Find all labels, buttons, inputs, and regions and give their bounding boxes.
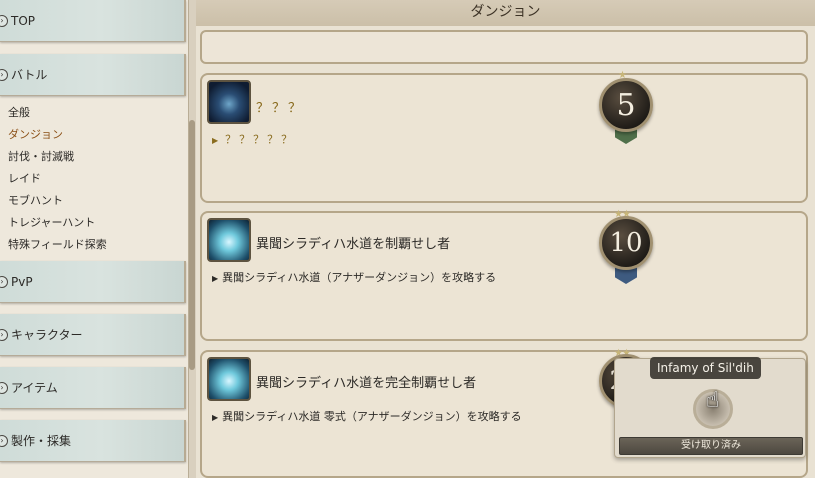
achievement-icon — [207, 357, 251, 401]
chevron-icon: › — [0, 14, 8, 27]
category-top[interactable]: › TOP — [0, 0, 186, 42]
achievement-description-text: ？？？？？ — [225, 133, 296, 146]
achievement-points: 10 — [609, 228, 643, 258]
category-label: PvP — [11, 274, 33, 289]
hand-cursor-icon: ☝ — [706, 388, 720, 413]
sidebar-item-trials[interactable]: 討伐・討滅戦 — [8, 148, 74, 164]
triangle-icon: ▶ — [212, 136, 222, 145]
category-battle[interactable]: › バトル — [0, 54, 186, 96]
achievement-icon — [207, 80, 251, 124]
sidebar-item-raids[interactable]: レイド — [8, 170, 41, 186]
previous-entry-card — [200, 30, 808, 64]
chevron-icon: › — [0, 328, 8, 341]
page-title: ダンジョン — [196, 0, 815, 26]
chevron-icon: › — [0, 434, 8, 447]
category-label: キャラクター — [11, 328, 83, 342]
sidebar-item-dungeon[interactable]: ダンジョン — [8, 126, 63, 142]
sidebar-item-general[interactable]: 全般 — [8, 104, 30, 120]
achievement-points-medal: 5 — [599, 78, 653, 132]
achievement-description: ▶ 異聞シラディハ水道（アナザーダンジョン）を攻略する — [212, 269, 496, 285]
sidebar-item-hunts[interactable]: モブハント — [8, 192, 63, 208]
achievement-title: ？？？ — [256, 101, 305, 116]
category-pvp[interactable]: › PvP — [0, 261, 186, 303]
reward-tooltip: Infamy of Sil'dih — [650, 357, 761, 379]
sidebar-scroll-thumb[interactable] — [189, 120, 195, 370]
category-label: アイテム — [11, 381, 58, 395]
category-label: 製作・採集 — [11, 434, 72, 448]
achievement-icon — [207, 218, 251, 262]
triangle-icon: ▶ — [212, 274, 219, 283]
category-label: バトル — [11, 68, 48, 82]
chevron-icon: › — [0, 275, 8, 288]
claimed-button[interactable]: 受け取り済み — [619, 437, 803, 455]
achievement-card[interactable]: ？？？ ▶？？？？？ — [200, 73, 808, 203]
achievement-description: ▶？？？？？ — [212, 131, 295, 147]
achievement-description-text: 異聞シラディハ水道 零式（アナザーダンジョン）を攻略する — [222, 410, 522, 423]
category-character[interactable]: › キャラクター — [0, 314, 186, 356]
achievement-points: 5 — [616, 87, 636, 123]
category-items[interactable]: › アイテム — [0, 367, 186, 409]
achievement-title: 異聞シラディハ水道を完全制覇せし者 — [256, 376, 477, 391]
achievement-title: 異聞シラディハ水道を制覇せし者 — [256, 237, 451, 252]
category-crafting-gathering[interactable]: › 製作・採集 — [0, 420, 186, 462]
achievement-description: ▶ 異聞シラディハ水道 零式（アナザーダンジョン）を攻略する — [212, 408, 522, 424]
sidebar-item-treasure-hunt[interactable]: トレジャーハント — [8, 214, 95, 230]
category-label: TOP — [11, 13, 36, 28]
achievement-description-text: 異聞シラディハ水道（アナザーダンジョン）を攻略する — [222, 271, 497, 284]
achievement-points-medal: 10 — [599, 216, 653, 270]
sidebar: › TOP › バトル 全般 ダンジョン 討伐・討滅戦 レイド モブハント トレ… — [0, 0, 190, 478]
chevron-icon: › — [0, 68, 8, 81]
sidebar-item-field-exploration[interactable]: 特殊フィールド探索 — [8, 236, 107, 252]
achievement-card[interactable]: 異聞シラディハ水道を制覇せし者 ▶ 異聞シラディハ水道（アナザーダンジョン）を攻略… — [200, 211, 808, 341]
chevron-icon: › — [0, 381, 8, 394]
triangle-icon: ▶ — [212, 413, 219, 422]
